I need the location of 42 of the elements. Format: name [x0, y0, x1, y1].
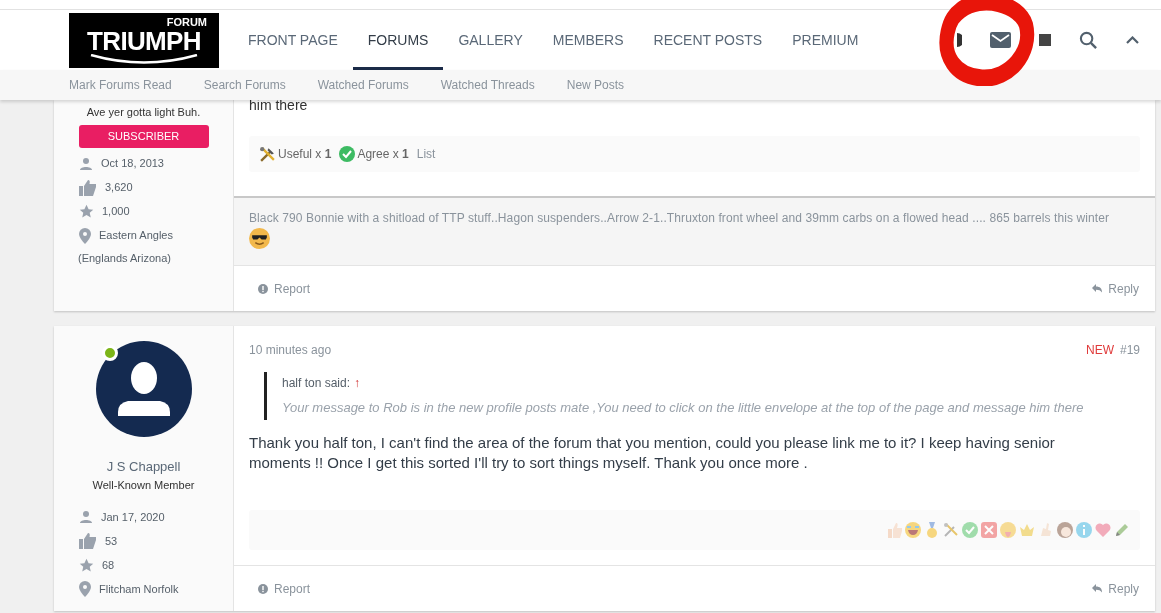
nav-tab[interactable]: FRONT PAGE — [233, 10, 353, 70]
user-stat: Eastern Angles — [98, 228, 173, 244]
nav-tab[interactable]: PREMIUM — [777, 10, 874, 70]
user-name[interactable]: J S Chappell — [106, 457, 181, 477]
post-text: Thank you half ton, I can't find the area of the forum that you mention, could you please link me to it? I keep having senior moments !! Once I get this sorted I'll try to sort things myself. Thank you once more . — [249, 432, 1056, 473]
user-stat: 68 — [101, 557, 115, 573]
nav-tab[interactable]: GALLERY — [443, 10, 538, 70]
subnav-link[interactable]: Search Forums — [203, 76, 286, 94]
list-link[interactable]: List — [416, 145, 436, 163]
user-stat: Oct 18, 2013 — [100, 156, 164, 172]
user-stat: Flitcham Norfolk — [98, 581, 179, 597]
reply-link[interactable]: Reply — [1092, 579, 1139, 598]
reaction-count: Agree x 1 — [357, 146, 409, 163]
subnav-link[interactable]: New Posts — [566, 76, 625, 94]
nav-tab[interactable]: MEMBERS — [537, 10, 639, 70]
user-stat: Jan 17, 2020 — [100, 509, 165, 525]
post-time[interactable]: 10 minutes ago — [249, 341, 332, 359]
new-label: NEW — [1085, 342, 1114, 359]
subnav-link[interactable]: Watched Forums — [317, 76, 409, 94]
signature-text: Black 790 Bonnie with a shitload of TTP stuff..Hagon suspenders..Arrow 2-1..Thruxton front wheel and 39mm carbs on a flowed head .... 865 barrels this winter — [249, 210, 1111, 226]
user-title: Well-Known Member — [92, 477, 195, 493]
user-stat: 53 — [104, 533, 118, 549]
user-title: Ave yer gotta light Buh. — [86, 105, 201, 120]
user-location-note: (Englands Arizona) — [77, 250, 171, 266]
subnav-link[interactable]: Watched Threads — [440, 76, 535, 94]
post-text: him there — [249, 96, 309, 114]
user-stat: 1,000 — [101, 204, 130, 220]
post-number[interactable]: #19 — [1119, 341, 1140, 359]
logo-title: TRIUMPH — [87, 27, 201, 54]
user-stat: 3,620 — [104, 180, 133, 196]
quote-author: half ton said: — [282, 375, 351, 392]
forum-logo[interactable]: FORUM TRIUMPH — [69, 12, 219, 68]
reaction-count: Useful x 1 — [278, 146, 332, 163]
logo-subtitle: FORUM — [166, 16, 207, 28]
subscriber-badge: SUBSCRIBER — [78, 124, 209, 148]
report-link[interactable]: Report — [258, 579, 311, 598]
nav-tab[interactable]: RECENT POSTS — [638, 10, 778, 70]
report-link[interactable]: Report — [258, 279, 311, 298]
reply-link[interactable]: Reply — [1092, 279, 1139, 298]
quote-text: Your message to Rob is in the new profile posts mate ,You need to click on the little envelope at the top of the page and message him there — [282, 399, 1085, 417]
subnav-link[interactable]: Mark Forums Read — [69, 76, 172, 94]
quote-link-arrow[interactable]: ↑ — [354, 374, 361, 392]
